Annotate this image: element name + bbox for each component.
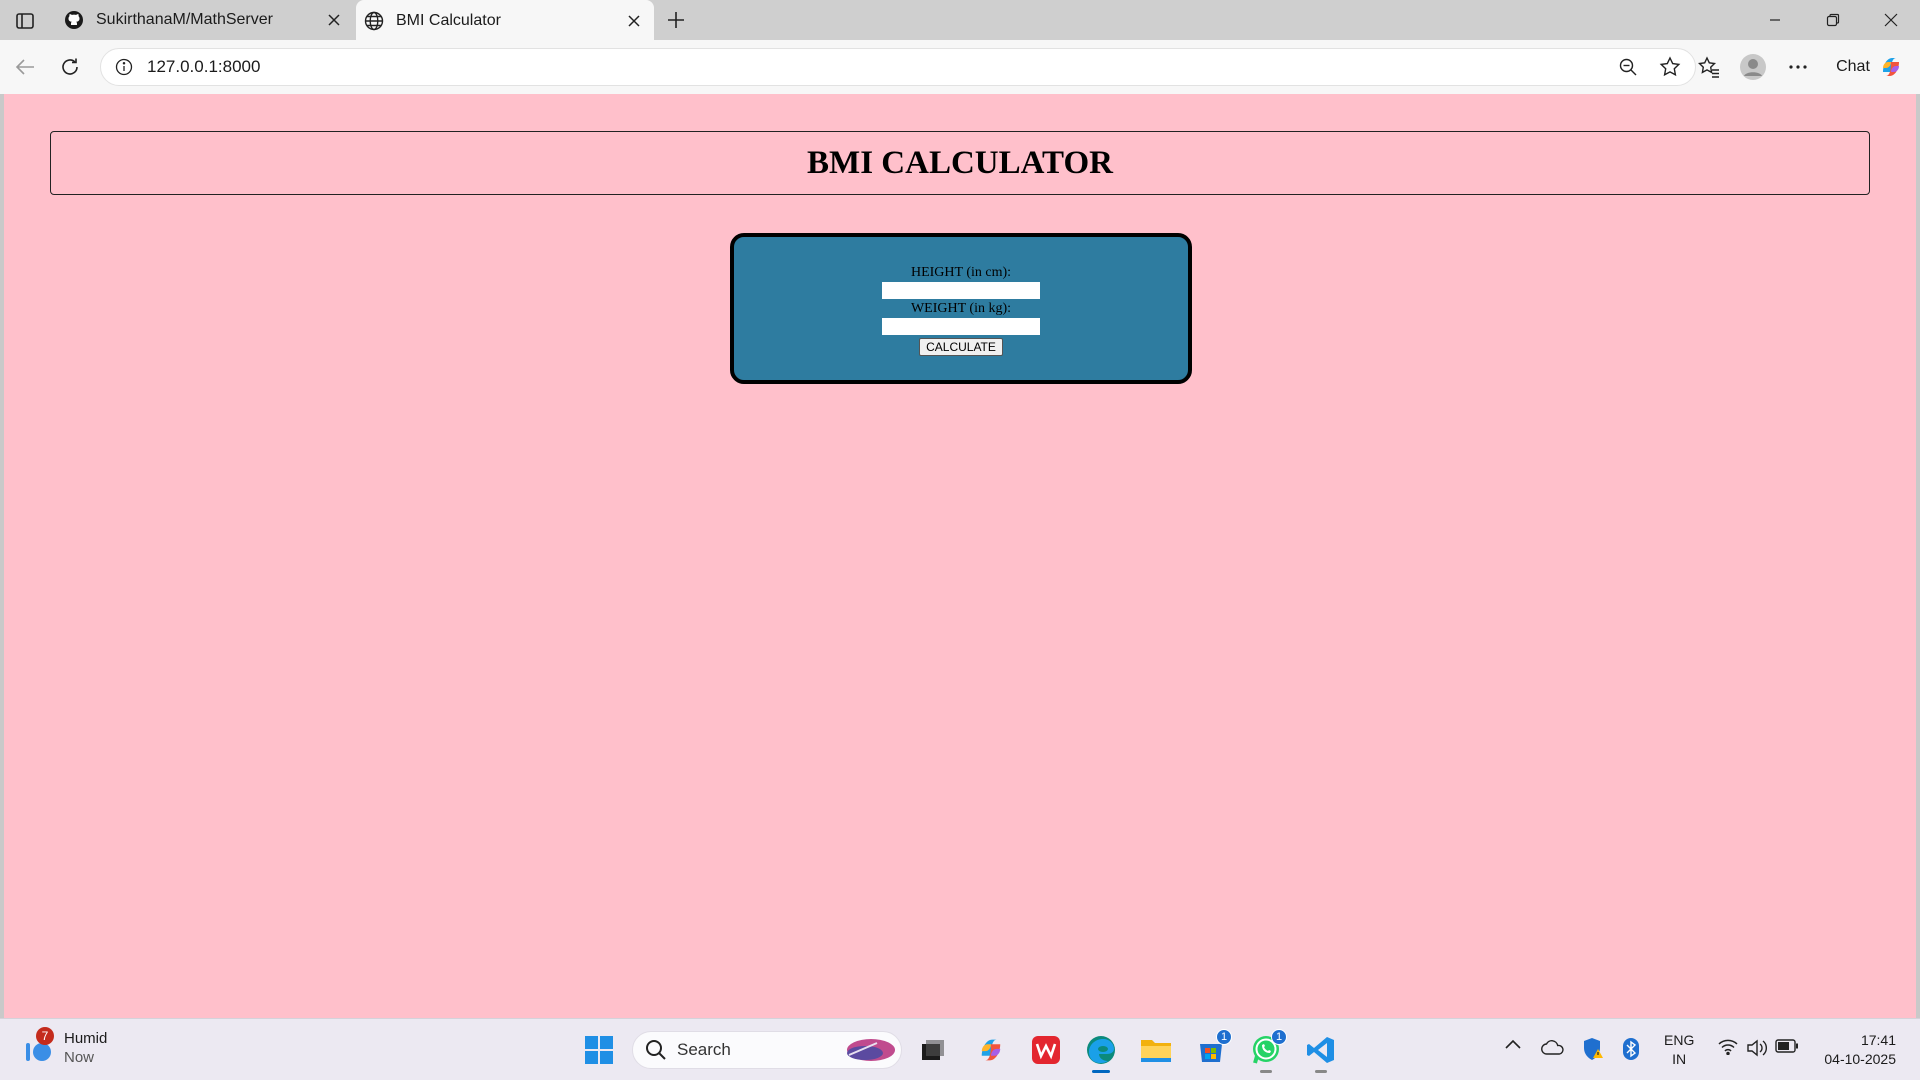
running-indicator bbox=[1315, 1070, 1327, 1073]
sidebar-toggle-button[interactable] bbox=[10, 8, 40, 34]
heading-box: BMI CALCULATOR bbox=[50, 131, 1870, 195]
close-tab-icon[interactable] bbox=[620, 7, 648, 35]
restore-button[interactable] bbox=[1804, 0, 1862, 40]
close-tab-icon[interactable] bbox=[320, 6, 348, 34]
file-explorer-button[interactable] bbox=[1139, 1033, 1173, 1067]
more-options-button[interactable] bbox=[1783, 52, 1813, 82]
url-text[interactable]: 127.0.0.1:8000 bbox=[147, 57, 1611, 77]
calculate-button[interactable]: CALCULATE bbox=[919, 338, 1003, 356]
copilot-chat-button[interactable]: Chat bbox=[1826, 49, 1914, 85]
volume-button[interactable] bbox=[1744, 1039, 1770, 1057]
close-icon bbox=[1884, 13, 1898, 27]
wifi-icon bbox=[1718, 1039, 1738, 1055]
onedrive-button[interactable] bbox=[1540, 1039, 1566, 1055]
battery-button[interactable] bbox=[1774, 1039, 1800, 1053]
weather-title: Humid bbox=[64, 1030, 108, 1047]
weight-input[interactable] bbox=[882, 318, 1040, 335]
cloud-icon bbox=[1541, 1040, 1564, 1055]
language-code: ENG bbox=[1664, 1032, 1695, 1048]
running-indicator bbox=[1092, 1070, 1110, 1073]
file-explorer-icon bbox=[1141, 1040, 1171, 1062]
refresh-button[interactable] bbox=[55, 52, 85, 82]
language-indicator[interactable]: ENG IN bbox=[1664, 1031, 1694, 1069]
task-view-button[interactable] bbox=[916, 1033, 950, 1067]
weight-label: WEIGHT (in kg): bbox=[910, 301, 1012, 316]
page-viewport: BMI CALCULATOR HEIGHT (in cm): WEIGHT (i… bbox=[4, 94, 1916, 1018]
copilot-app-button[interactable] bbox=[974, 1033, 1008, 1067]
task-view-icon bbox=[922, 1040, 944, 1060]
start-button[interactable] bbox=[582, 1033, 616, 1067]
search-placeholder: Search bbox=[677, 1040, 731, 1059]
vscode-button[interactable] bbox=[1304, 1033, 1338, 1073]
refresh-icon bbox=[62, 58, 78, 75]
profile-button[interactable] bbox=[1738, 52, 1768, 82]
site-info-icon[interactable] bbox=[113, 56, 135, 78]
wps-office-button[interactable] bbox=[1029, 1033, 1063, 1067]
clock-time: 17:41 bbox=[1860, 1032, 1896, 1048]
weather-subtitle: Now bbox=[64, 1049, 95, 1066]
more-dots-icon bbox=[1789, 65, 1807, 69]
favorites-button[interactable] bbox=[1694, 52, 1724, 82]
tab-bmi-calculator[interactable]: BMI Calculator bbox=[356, 0, 654, 42]
copilot-icon bbox=[1882, 58, 1899, 76]
close-window-button[interactable] bbox=[1862, 0, 1920, 40]
wps-office-icon bbox=[1032, 1036, 1060, 1064]
rain-cloud-icon: 7 bbox=[22, 1027, 56, 1065]
battery-icon bbox=[1775, 1039, 1798, 1053]
height-label: HEIGHT (in cm): bbox=[910, 265, 1012, 280]
microsoft-store-button[interactable]: 1 bbox=[1194, 1029, 1232, 1067]
vscode-icon bbox=[1307, 1037, 1334, 1063]
security-button[interactable] bbox=[1580, 1037, 1606, 1061]
bluetooth-icon bbox=[1623, 1038, 1639, 1060]
speaker-icon bbox=[1747, 1039, 1767, 1057]
clock-date: 04-10-2025 bbox=[1824, 1051, 1896, 1067]
whatsapp-badge: 1 bbox=[1271, 1029, 1287, 1045]
back-button[interactable] bbox=[10, 52, 40, 82]
wifi-button[interactable] bbox=[1716, 1039, 1740, 1055]
weather-widget[interactable]: 7 Humid Now bbox=[22, 1027, 108, 1067]
edge-icon bbox=[1087, 1036, 1115, 1064]
running-indicator bbox=[1260, 1070, 1272, 1073]
system-clock[interactable]: 17:41 04-10-2025 bbox=[1814, 1031, 1896, 1069]
tab-title: SukirthanaM/MathServer bbox=[96, 11, 273, 28]
taskbar-search-box[interactable]: Search bbox=[632, 1031, 902, 1069]
chevron-up-icon bbox=[1505, 1039, 1521, 1049]
github-icon bbox=[64, 10, 84, 30]
plus-icon bbox=[668, 12, 684, 28]
page-title: BMI CALCULATOR bbox=[807, 144, 1113, 181]
region-code: IN bbox=[1672, 1051, 1687, 1067]
chat-label: Chat bbox=[1836, 58, 1870, 75]
address-bar[interactable]: 127.0.0.1:8000 bbox=[100, 48, 1696, 86]
taskbar: 7 Humid Now Search 1 1 ENG IN 17:41 04-1… bbox=[0, 1018, 1920, 1080]
back-arrow-icon bbox=[15, 59, 34, 75]
copilot-icon bbox=[981, 1039, 1001, 1061]
shield-warning-icon bbox=[1584, 1038, 1603, 1060]
new-tab-button[interactable] bbox=[662, 6, 690, 34]
minimize-icon bbox=[1770, 19, 1780, 21]
store-badge: 1 bbox=[1216, 1029, 1232, 1045]
favorites-icon bbox=[1698, 56, 1719, 78]
bluetooth-button[interactable] bbox=[1620, 1037, 1642, 1061]
start-icon bbox=[585, 1036, 613, 1064]
restore-icon bbox=[1826, 13, 1840, 27]
avatar-icon bbox=[1740, 54, 1766, 80]
notification-badge: 7 bbox=[36, 1027, 54, 1045]
search-highlight-icon bbox=[847, 1039, 895, 1061]
search-icon bbox=[646, 1040, 666, 1060]
edge-button[interactable] bbox=[1084, 1033, 1118, 1073]
whatsapp-button[interactable]: 1 bbox=[1249, 1029, 1287, 1073]
globe-icon bbox=[364, 11, 384, 31]
zoom-out-icon[interactable] bbox=[1611, 50, 1645, 84]
favorite-star-icon[interactable] bbox=[1653, 50, 1687, 84]
navigation-bar: 127.0.0.1:8000 Chat bbox=[0, 40, 1920, 94]
height-input[interactable] bbox=[882, 282, 1040, 299]
tab-mathserver[interactable]: SukirthanaM/MathServer bbox=[56, 0, 354, 40]
tab-title: BMI Calculator bbox=[396, 12, 501, 29]
minimize-button[interactable] bbox=[1746, 0, 1804, 40]
tab-strip: SukirthanaM/MathServer BMI Calculator bbox=[0, 0, 1920, 42]
bmi-form: HEIGHT (in cm): WEIGHT (in kg): CALCULAT… bbox=[730, 233, 1192, 384]
sidebar-icon bbox=[16, 13, 34, 29]
show-hidden-icons-button[interactable] bbox=[1502, 1039, 1524, 1049]
